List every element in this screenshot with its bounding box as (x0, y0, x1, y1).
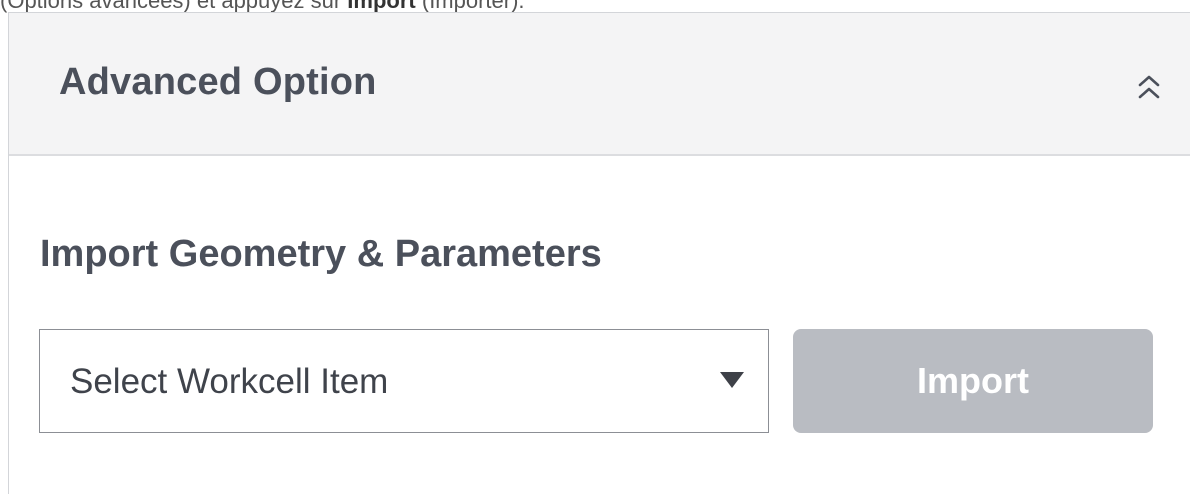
import-section-title: Import Geometry & Parameters (40, 233, 602, 275)
panel-title: Advanced Option (59, 61, 377, 103)
advanced-option-header[interactable]: Advanced Option (9, 13, 1190, 156)
workcell-item-select[interactable]: Select Workcell Item (39, 329, 769, 433)
select-value: Select Workcell Item (70, 362, 389, 401)
import-button[interactable]: Import (793, 329, 1153, 433)
caret-down-icon (720, 372, 744, 388)
double-chevron-up-icon[interactable] (1136, 73, 1162, 101)
